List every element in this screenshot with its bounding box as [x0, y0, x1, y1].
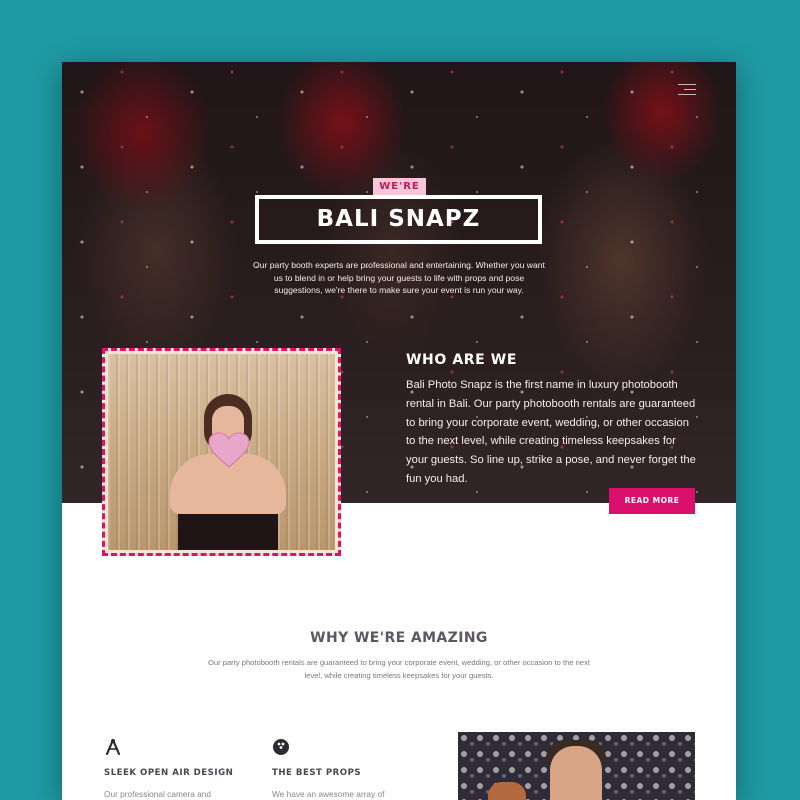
hero-title: BALI SNAPZ — [255, 195, 542, 244]
bowling-ball-icon — [272, 738, 290, 756]
why-title-highlight: WHY — [310, 630, 349, 646]
why-subtitle: Our party photobooth rentals are guarant… — [207, 658, 591, 680]
about-photo-frame — [102, 348, 341, 556]
feature-text: Our professional camera and — [104, 789, 211, 799]
photo-person-face — [550, 746, 602, 800]
feature-text: We have an awesome array of — [272, 789, 385, 799]
why-title: WHY WE'RE AMAZING — [62, 630, 736, 646]
hero-tag: WE'RE — [373, 178, 426, 195]
feature-item: THE BEST PROPS We have an awesome array … — [272, 738, 422, 799]
feature-photo — [458, 732, 695, 800]
hero-intro: Our party booth experts are professional… — [253, 260, 545, 295]
about-photo — [108, 354, 335, 550]
compass-icon — [104, 738, 122, 756]
about-text: Bali Photo Snapz is the first name in lu… — [406, 379, 696, 485]
read-more-button[interactable]: READ MORE — [609, 488, 695, 514]
about-section: WHO ARE WE Bali Photo Snapz is the first… — [406, 352, 698, 489]
feature-item: SLEEK OPEN AIR DESIGN Our professional c… — [104, 738, 254, 799]
website-page: WE'RE BALI SNAPZ Our party booth experts… — [62, 62, 736, 800]
why-title-rest: WE'RE AMAZING — [348, 630, 488, 646]
hamburger-icon[interactable] — [678, 84, 696, 96]
feature-title: SLEEK OPEN AIR DESIGN — [104, 768, 234, 778]
feature-title: THE BEST PROPS — [272, 768, 362, 778]
photo-prop — [488, 782, 526, 800]
about-title: WHO ARE WE — [406, 352, 517, 368]
heart-icon — [208, 432, 250, 468]
